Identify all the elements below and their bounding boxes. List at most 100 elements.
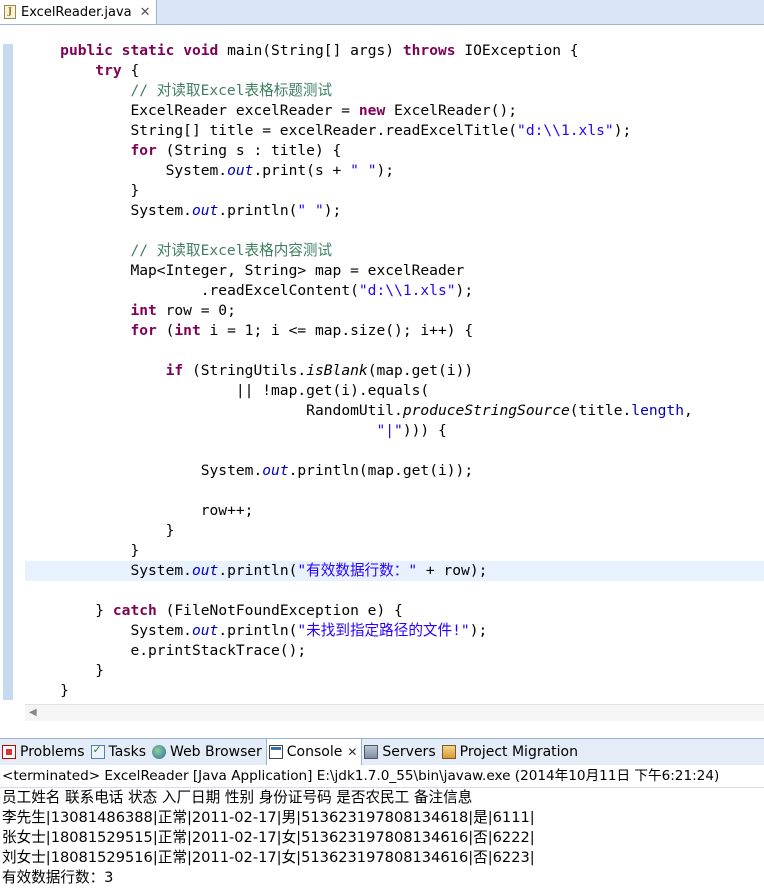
close-icon[interactable]: ✕ <box>140 5 151 20</box>
code-line[interactable]: e.printStackTrace(); <box>25 641 764 661</box>
code-token: } <box>165 522 175 539</box>
code-line[interactable]: "|"))) { <box>25 421 764 441</box>
code-token: ( <box>156 322 175 339</box>
code-token: RandomUtil. <box>306 402 403 419</box>
code-line[interactable]: ExcelReader excelReader = new ExcelReade… <box>25 101 764 121</box>
close-icon[interactable]: ✕ <box>347 745 357 759</box>
horizontal-scrollbar[interactable]: ◀ <box>25 704 764 721</box>
code-line[interactable] <box>25 341 764 361</box>
tab-problems[interactable]: Problems <box>0 739 89 765</box>
code-token: .println(map.get(i)); <box>288 462 474 479</box>
code-token: produceStringSource <box>402 402 570 419</box>
code-line[interactable]: for (String s : title) { <box>25 141 764 161</box>
code-line[interactable]: for (int i = 1; i <= map.size(); i++) { <box>25 321 764 341</box>
code-line[interactable]: || !map.get(i).equals( <box>25 381 764 401</box>
browser-icon <box>152 745 167 759</box>
code-line[interactable] <box>25 441 764 461</box>
tab-label: Servers <box>382 744 436 760</box>
code-line[interactable]: String[] title = excelReader.readExcelTi… <box>25 121 764 141</box>
scroll-left-icon[interactable]: ◀ <box>29 705 37 721</box>
code-token: throws <box>402 42 456 59</box>
code-line[interactable]: int row = 0; <box>25 301 764 321</box>
code-line[interactable]: } <box>25 181 764 201</box>
code-token: String[] title = excelReader.readExcelTi… <box>130 122 518 139</box>
scope-indicator <box>3 44 13 700</box>
code-token: out <box>191 562 219 579</box>
console-output-line: 刘女士|18081529516|正常|2011-02-17|女|51362319… <box>2 849 535 866</box>
code-token: .println( <box>218 562 298 579</box>
console-view[interactable]: <terminated> ExcelReader [Java Applicati… <box>0 765 764 894</box>
code-token: } <box>95 602 113 619</box>
code-line[interactable]: } <box>25 681 764 701</box>
code-token: " " <box>350 162 377 179</box>
code-token: row = 0; <box>156 302 236 319</box>
code-line[interactable]: System.out.print(s + " "); <box>25 161 764 181</box>
code-token: i = 1; i <= map.size(); i++) { <box>200 322 474 339</box>
code-token: ); <box>376 162 395 179</box>
java-file-icon: J <box>4 5 16 19</box>
code-line[interactable]: try { <box>25 61 764 81</box>
console-output: 员工姓名 联系电话 状态 入厂日期 性别 身份证号码 是否农民工 备注信息李先生… <box>0 788 764 888</box>
code-token: System. <box>130 202 192 219</box>
code-token: out <box>191 622 219 639</box>
tab-console[interactable]: Console ✕ <box>265 739 363 765</box>
code-token: e.printStackTrace(); <box>130 642 307 659</box>
code-editor[interactable]: public static void main(String[] args) t… <box>0 25 764 722</box>
code-line[interactable]: } <box>25 661 764 681</box>
code-line[interactable]: System.out.println("未找到指定路径的文件!"); <box>25 621 764 641</box>
editor-tab-excelreader[interactable]: J ExcelReader.java ✕ <box>0 0 157 24</box>
tab-label: Web Browser <box>170 744 262 760</box>
tab-tasks[interactable]: Tasks <box>89 739 151 765</box>
code-token: for <box>130 322 157 339</box>
code-line[interactable]: Map<Integer, String> map = excelReader <box>25 261 764 281</box>
problems-icon <box>2 745 16 759</box>
code-token: ); <box>323 202 342 219</box>
code-line[interactable]: } catch (FileNotFoundException e) { <box>25 601 764 621</box>
code-line[interactable]: if (StringUtils.isBlank(map.get(i)) <box>25 361 764 381</box>
code-line[interactable]: } <box>25 541 764 561</box>
code-token: int <box>174 322 201 339</box>
code-token: "|" <box>376 422 403 439</box>
code-token: " " <box>297 202 324 219</box>
code-line[interactable]: row++; <box>25 501 764 521</box>
console-output-line: 员工姓名 联系电话 状态 入厂日期 性别 身份证号码 是否农民工 备注信息 <box>2 789 473 806</box>
code-token: new <box>358 102 386 119</box>
tab-servers[interactable]: Servers <box>362 739 439 765</box>
code-token: ); <box>613 122 632 139</box>
code-token: ExcelReader excelReader = <box>130 102 359 119</box>
code-token: } <box>130 182 140 199</box>
editor-tab-bar: J ExcelReader.java ✕ <box>0 0 764 25</box>
code-line[interactable]: public static void main(String[] args) t… <box>25 41 764 61</box>
console-output-line: 李先生|13081486388|正常|2011-02-17|男|51362319… <box>2 809 535 826</box>
code-line[interactable] <box>25 221 764 241</box>
code-line[interactable]: RandomUtil.produceStringSource(title.len… <box>25 401 764 421</box>
code-line[interactable] <box>25 481 764 501</box>
tab-web-browser[interactable]: Web Browser <box>150 739 266 765</box>
code-line[interactable]: System.out.println("有效数据行数：" + row); <box>25 561 764 581</box>
code-token: System. <box>165 162 228 179</box>
code-line[interactable]: // 对读取Excel表格内容测试 <box>25 241 764 261</box>
code-area[interactable]: public static void main(String[] args) t… <box>25 41 764 701</box>
code-line[interactable]: .readExcelContent("d:\\1.xls"); <box>25 281 764 301</box>
code-token: (FileNotFoundException e) { <box>156 602 403 619</box>
code-line[interactable]: System.out.println(" "); <box>25 201 764 221</box>
code-line[interactable]: // 对读取Excel表格标题测试 <box>25 81 764 101</box>
code-token: (String s : title) { <box>156 142 342 159</box>
code-line[interactable]: System.out.println(map.get(i)); <box>25 461 764 481</box>
console-icon <box>268 745 283 759</box>
code-line[interactable] <box>25 581 764 601</box>
code-line[interactable]: } <box>25 521 764 541</box>
tab-project-migration[interactable]: Project Migration <box>440 739 582 765</box>
